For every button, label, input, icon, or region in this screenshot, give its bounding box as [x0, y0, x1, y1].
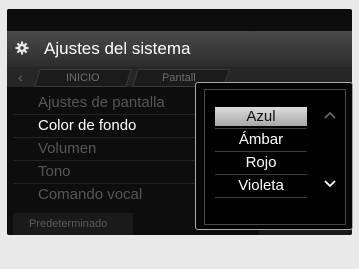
tab-inicio[interactable]: INICIO [34, 69, 132, 87]
color-picker-popup: Azul Ámbar Rojo Violeta [195, 82, 353, 230]
default-button[interactable]: Predeterminado [13, 213, 133, 235]
tab-inicio-label: INICIO [66, 72, 100, 84]
menu-item-color-de-fondo[interactable]: Color de fondo [38, 116, 136, 136]
divider [215, 128, 307, 129]
title-bar: Ajustes del sistema [7, 31, 352, 67]
chevron-down-icon[interactable] [323, 179, 337, 189]
option-violeta[interactable]: Violeta [215, 176, 307, 195]
option-azul[interactable]: Azul [215, 107, 307, 126]
gear-icon [15, 41, 29, 55]
menu-item-comando-vocal[interactable]: Comando vocal [38, 185, 142, 205]
divider [215, 197, 307, 198]
divider [215, 151, 307, 152]
page-title: Ajustes del sistema [44, 39, 191, 58]
divider [13, 137, 208, 138]
tab-pantalla-label: Pantall [162, 72, 196, 84]
divider [13, 183, 208, 184]
menu-item-tono[interactable]: Tono [38, 162, 71, 182]
divider [13, 114, 208, 115]
option-ambar[interactable]: Ámbar [215, 130, 307, 149]
chevron-up-icon[interactable] [323, 110, 337, 120]
menu-item-volumen[interactable]: Volumen [38, 139, 96, 159]
tab-scroll-left-icon[interactable]: ‹ [18, 68, 23, 86]
divider [13, 160, 208, 161]
divider [215, 174, 307, 175]
menu-item-ajustes-de-pantalla[interactable]: Ajustes de pantalla [38, 93, 165, 113]
option-rojo[interactable]: Rojo [215, 153, 307, 172]
